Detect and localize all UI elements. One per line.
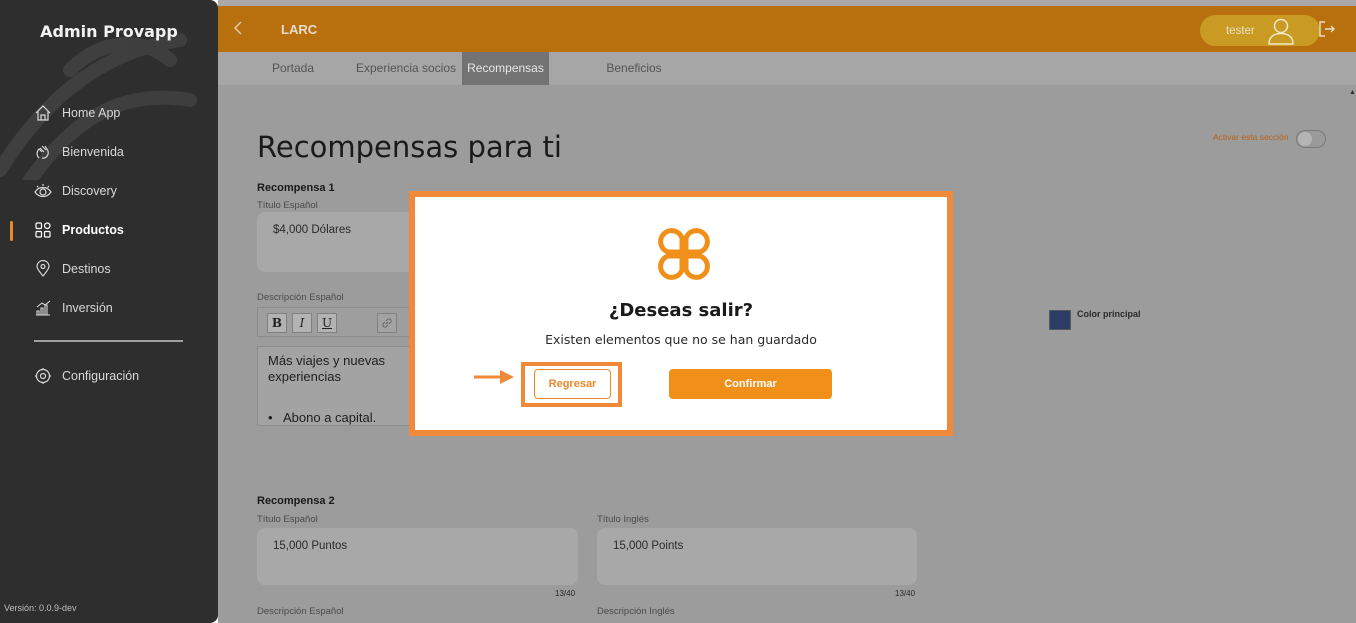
desc-es-label: Descripción Español bbox=[257, 606, 344, 617]
toggle-knob bbox=[1298, 132, 1312, 146]
sidebar: Admin Provapp Home App Bienvenida Discov… bbox=[0, 0, 218, 623]
section-toggle[interactable] bbox=[1296, 130, 1326, 148]
clover-logo-icon bbox=[658, 228, 710, 280]
username: tester bbox=[1226, 24, 1255, 37]
desc-es-label: Descripción Español bbox=[257, 292, 344, 303]
toggle-label: Activar esta sección bbox=[1213, 132, 1289, 142]
sidebar-item-label: Bienvenida bbox=[62, 145, 124, 159]
sidebar-item-bienvenida[interactable]: Bienvenida bbox=[34, 141, 124, 163]
bar-chart-icon bbox=[34, 299, 52, 317]
title-en-value: 15,000 Points bbox=[613, 540, 684, 552]
tab-recompensas[interactable]: Recompensas bbox=[462, 52, 549, 85]
reward-2-heading: Recompensa 2 bbox=[257, 495, 335, 507]
sidebar-item-label: Configuración bbox=[62, 369, 140, 383]
sidebar-item-destinos[interactable]: Destinos bbox=[34, 258, 111, 280]
sidebar-item-home-app[interactable]: Home App bbox=[34, 102, 120, 124]
eye-icon bbox=[34, 182, 52, 200]
sidebar-divider bbox=[34, 340, 183, 342]
tab-portada[interactable]: Portada bbox=[258, 52, 328, 85]
app-brand: Admin Provapp bbox=[40, 22, 178, 41]
grid-icon bbox=[34, 221, 52, 239]
back-button[interactable]: Regresar bbox=[534, 369, 611, 399]
link-icon[interactable] bbox=[377, 313, 397, 333]
title-es-label: Título Español bbox=[257, 200, 318, 211]
reward-1-heading: Recompensa 1 bbox=[257, 182, 335, 194]
section-tabs: Portada Experiencia socios Recompensas B… bbox=[218, 52, 1356, 85]
sidebar-item-productos[interactable]: Productos bbox=[34, 219, 124, 241]
rich-text-toolbar: B I U bbox=[257, 307, 417, 337]
title-en-label: Título Inglés bbox=[597, 514, 649, 525]
sidebar-item-discovery[interactable]: Discovery bbox=[34, 180, 117, 202]
active-indicator bbox=[10, 221, 13, 241]
tab-beneficios[interactable]: Beneficios bbox=[594, 52, 674, 85]
user-avatar-icon bbox=[1268, 18, 1294, 45]
sidebar-item-label: Productos bbox=[62, 223, 124, 237]
sidebar-item-label: Home App bbox=[62, 106, 121, 120]
modal-subtitle: Existen elementos que no se han guardado bbox=[545, 332, 817, 347]
bold-button[interactable]: B bbox=[267, 313, 287, 333]
logout-icon[interactable] bbox=[1317, 19, 1337, 39]
header-title: LARC bbox=[281, 22, 318, 37]
title-es-field[interactable]: $4,000 Dólares bbox=[257, 212, 417, 272]
italic-button[interactable]: I bbox=[292, 313, 312, 333]
wave-hand-icon bbox=[34, 143, 52, 161]
sidebar-item-inversion[interactable]: Inversión bbox=[34, 297, 113, 319]
home-icon bbox=[34, 104, 52, 122]
primary-color-label: Color principal bbox=[1077, 309, 1141, 319]
confirm-button[interactable]: Confirmar bbox=[669, 369, 832, 399]
sidebar-item-label: Destinos bbox=[62, 262, 111, 276]
top-header: LARC tester bbox=[218, 0, 1356, 52]
title-es-label: Título Español bbox=[257, 514, 318, 525]
back-chevron-icon[interactable] bbox=[232, 20, 244, 36]
user-menu[interactable]: tester bbox=[1200, 15, 1320, 46]
desc-en-label: Descripción Inglés bbox=[597, 606, 675, 617]
title-es-value: 15,000 Puntos bbox=[273, 540, 348, 552]
scroll-up-icon[interactable]: ▲ bbox=[1349, 89, 1356, 96]
sidebar-item-label: Inversión bbox=[62, 301, 113, 315]
sidebar-item-configuracion[interactable]: Configuración bbox=[34, 365, 139, 387]
primary-color-swatch[interactable] bbox=[1049, 310, 1071, 330]
title-es-field[interactable]: 15,000 Puntos bbox=[257, 528, 578, 585]
modal-title: ¿Deseas salir? bbox=[608, 300, 754, 321]
desc-bullet: Abono a capital. bbox=[268, 410, 376, 425]
desc-text: Más viajes y nuevas experiencias bbox=[268, 353, 386, 384]
gear-icon bbox=[34, 367, 52, 385]
version-label: Versión: 0.0.9-dev bbox=[4, 603, 77, 613]
location-pin-icon bbox=[34, 260, 52, 278]
sidebar-item-label: Discovery bbox=[62, 184, 117, 198]
tab-experiencia-socios[interactable]: Experiencia socios bbox=[352, 52, 460, 85]
title-en-counter: 13/40 bbox=[895, 589, 916, 598]
header-top-line bbox=[218, 0, 1356, 6]
arrow-right-icon bbox=[474, 370, 514, 384]
desc-es-editor[interactable]: Más viajes y nuevas experiencias Abono a… bbox=[257, 346, 417, 426]
title-es-value: $4,000 Dólares bbox=[273, 224, 351, 236]
title-en-field[interactable]: 15,000 Points bbox=[597, 528, 917, 585]
underline-button[interactable]: U bbox=[317, 313, 337, 333]
title-es-counter: 13/40 bbox=[555, 589, 576, 598]
page-title: Recompensas para ti bbox=[257, 130, 562, 164]
